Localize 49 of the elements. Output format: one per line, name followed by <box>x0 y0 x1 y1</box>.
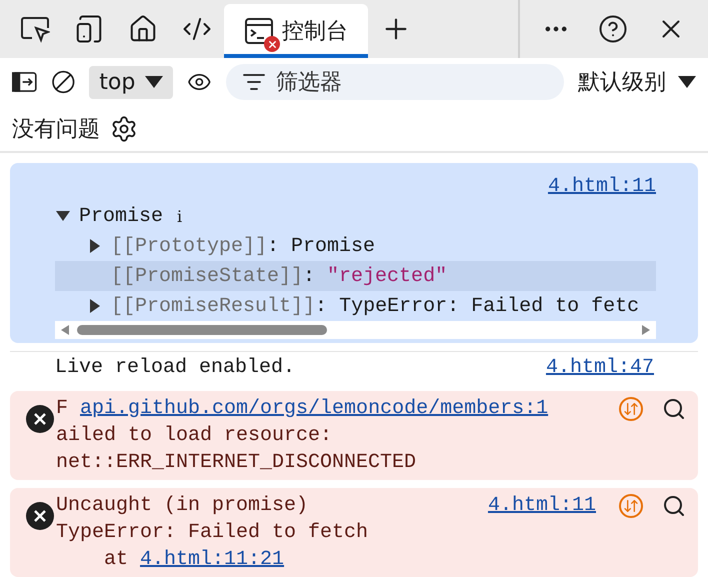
scroll-left-icon[interactable] <box>61 325 69 335</box>
colon-text: : <box>267 234 280 258</box>
property-row[interactable]: [[PromiseState]]: "rejected" <box>55 261 656 291</box>
settings-icon[interactable] <box>110 114 138 143</box>
error-text: Uncaught (in promise) <box>56 494 308 517</box>
error-text: net::ERR_INTERNET_DISCONNECTED <box>56 451 416 474</box>
error-badge <box>264 36 280 52</box>
search-icon[interactable] <box>662 494 686 518</box>
devices-icon <box>74 14 104 44</box>
home-icon <box>128 14 158 44</box>
colon-text: : <box>315 294 328 318</box>
error-icon <box>26 502 54 530</box>
search-icon[interactable] <box>662 396 686 420</box>
property-value: Promise <box>291 234 376 258</box>
scroll-right-icon[interactable] <box>642 325 650 335</box>
property-key: [[PromiseState]] <box>111 264 304 288</box>
issues-text: 没有问题 <box>12 116 100 144</box>
help-icon[interactable] <box>598 14 628 44</box>
property-key: [[PromiseResult]] <box>111 294 316 318</box>
source-link[interactable]: 4.html:11 <box>488 494 596 517</box>
object-label: Promise <box>79 204 164 228</box>
colon-text: : <box>303 264 316 288</box>
error-text: TypeError: Failed to fetch <box>56 521 368 544</box>
panel-tab[interactable]: 控制台 <box>224 4 368 58</box>
source-link[interactable]: 4.html:47 <box>546 356 654 379</box>
error-text: ailed to load resource: <box>56 424 332 447</box>
context-dropdown[interactable]: top <box>89 66 174 99</box>
level-dropdown[interactable]: 默认级别 <box>578 67 696 98</box>
source-link[interactable]: api.github.com/orgs/lemoncode/members:1 <box>80 397 548 420</box>
property-value: TypeError: Failed to fetc <box>339 294 640 318</box>
cursor-box-icon <box>20 14 50 44</box>
error-text: F <box>56 397 70 420</box>
caret-icon[interactable] <box>678 76 696 88</box>
horizontal-scrollbar[interactable] <box>55 321 656 339</box>
property-row[interactable]: [[PromiseResult]]: TypeError: Failed to fetc <box>55 291 656 321</box>
source-link[interactable]: 4.html:11:21 <box>140 548 284 571</box>
error-icon <box>26 405 54 433</box>
network-icon[interactable] <box>618 492 644 518</box>
source-link[interactable]: 4.html:11 <box>548 174 656 198</box>
info-label: i <box>177 206 182 226</box>
network-icon[interactable] <box>618 396 644 422</box>
property-key: [[Prototype]] <box>111 234 268 258</box>
filter-field[interactable]: 筛选器 <box>226 64 564 100</box>
error-text: at <box>103 548 130 571</box>
caret-icon[interactable] <box>145 76 164 88</box>
log-text: Live reload enabled. <box>55 356 296 379</box>
terminal-icon <box>244 16 274 46</box>
property-row[interactable]: [[Prototype]]: Promise <box>55 231 656 261</box>
property-value: "rejected" <box>327 264 448 288</box>
